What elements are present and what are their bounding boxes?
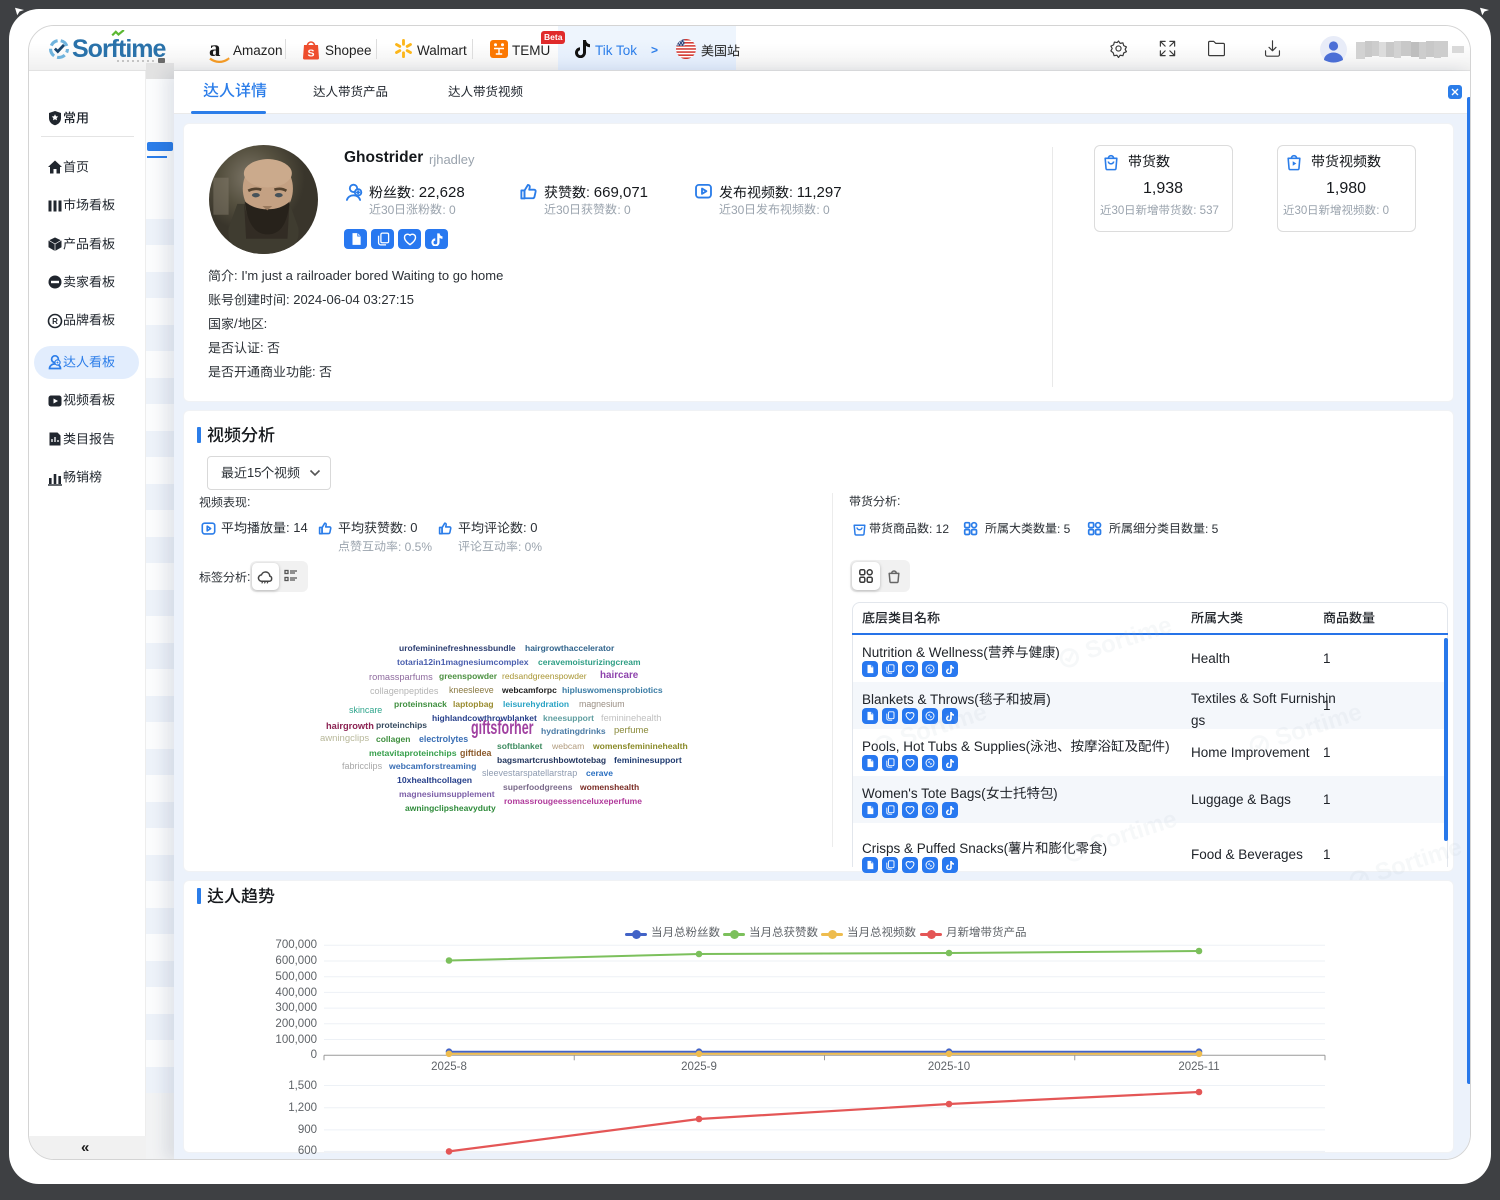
svg-text:S: S bbox=[307, 48, 314, 60]
svg-text:R: R bbox=[52, 317, 58, 326]
